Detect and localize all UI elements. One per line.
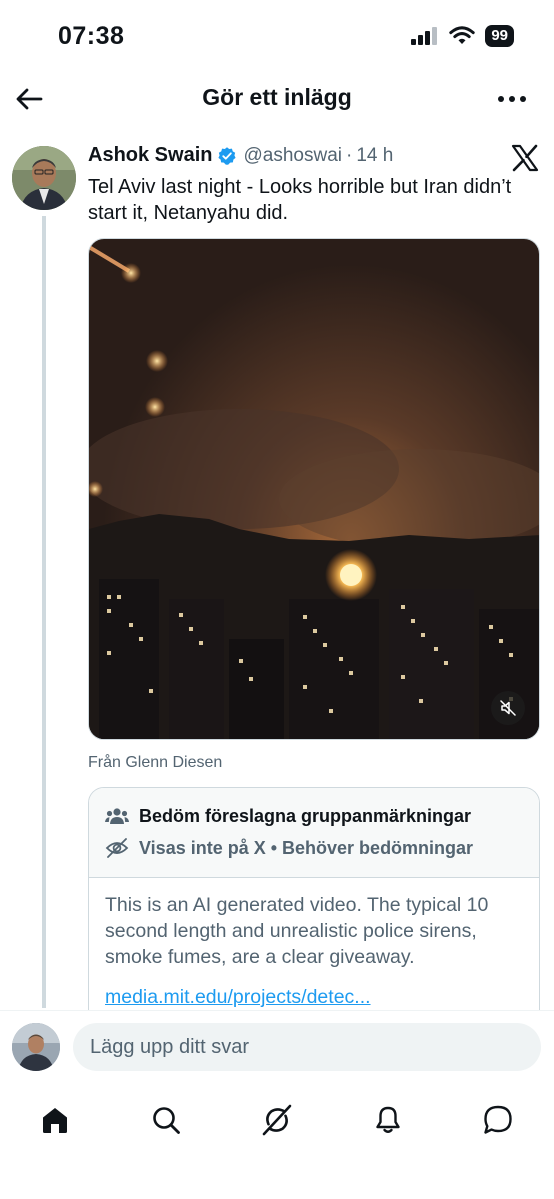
author-avatar-image [12, 146, 76, 210]
home-icon [43, 1108, 67, 1133]
author-avatar[interactable] [12, 146, 76, 210]
search-icon [153, 1107, 180, 1134]
video-frame [89, 239, 539, 739]
tab-search[interactable] [142, 1096, 190, 1144]
community-note-body: This is an AI generated video. The typic… [89, 878, 539, 1010]
x-logo-icon [510, 143, 540, 173]
post-header: Ashok Swain @ashoswai · 14 h [88, 144, 393, 167]
author-name[interactable]: Ashok Swain [88, 144, 212, 167]
community-note-text: This is an AI generated video. The typic… [105, 894, 489, 968]
tab-notifications[interactable] [364, 1096, 412, 1144]
grok-icon [262, 1104, 292, 1136]
tab-grok[interactable] [253, 1096, 301, 1144]
current-user-avatar [12, 1023, 60, 1071]
community-note-header: Bedöm föreslagna gruppanmärkningar Visas… [89, 788, 539, 878]
tab-home[interactable] [31, 1096, 79, 1144]
video-source-attribution[interactable]: Från Glenn Diesen [88, 754, 222, 772]
cellular-signal-icon [411, 27, 438, 45]
community-note-link[interactable]: media.mit.edu/projects/detec... [105, 984, 523, 1010]
rate-notes-row[interactable]: Bedöm föreslagna gruppanmärkningar [89, 800, 539, 832]
separator-dot: · [345, 144, 353, 166]
current-user-avatar-image [12, 1023, 60, 1071]
page-title: Gör ett inlägg [202, 84, 352, 110]
reply-bar [0, 1010, 554, 1080]
status-bar: 07:38 99 [0, 0, 554, 72]
tab-messages[interactable] [474, 1096, 522, 1144]
people-group-icon [105, 808, 129, 824]
eye-slash-icon [105, 838, 129, 858]
post-text: Tel Aviv last night - Looks horrible but… [88, 176, 512, 224]
battery-indicator: 99 [485, 25, 514, 47]
rate-notes-label: Bedöm föreslagna gruppanmärkningar [139, 805, 472, 826]
post-time[interactable]: 14 h [356, 145, 393, 167]
message-icon [484, 1105, 512, 1134]
bottom-tab-bar [0, 1080, 554, 1199]
status-time: 07:38 [58, 22, 125, 50]
more-horizontal-icon [498, 96, 526, 102]
note-status-label: Visas inte på X • Behöver bedömningar [139, 837, 474, 858]
reply-input[interactable] [73, 1023, 541, 1071]
bell-icon [376, 1106, 400, 1133]
post-video[interactable] [88, 238, 540, 740]
mute-toggle-button[interactable] [491, 691, 525, 725]
verified-badge-icon [217, 146, 237, 166]
thread-line [42, 216, 46, 1008]
more-options-button[interactable] [492, 84, 532, 114]
status-icons: 99 [411, 25, 514, 47]
community-note-card: Bedöm föreslagna gruppanmärkningar Visas… [88, 787, 540, 1027]
nav-header: Gör ett inlägg [0, 72, 554, 124]
speaker-muted-icon [500, 700, 516, 716]
note-status-row: Visas inte på X • Behöver bedömningar [89, 832, 539, 864]
author-handle[interactable]: @ashoswai [243, 145, 342, 167]
wifi-icon [449, 26, 476, 44]
